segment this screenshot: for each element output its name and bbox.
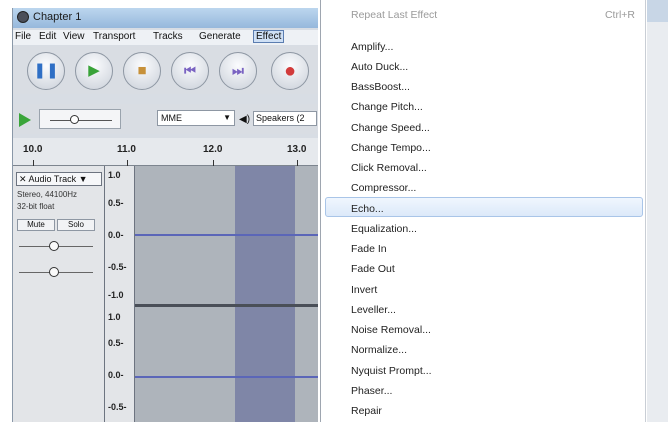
app-root: Chapter 1 File Edit View Transport Track… xyxy=(0,0,668,422)
vertical-scale: 1.0 0.5- 0.0- -0.5- -1.0 1.0 0.5- 0.0- -… xyxy=(105,166,135,422)
play-at-speed-toolbar: MME ▼ ◀) Speakers (2 xyxy=(13,104,318,134)
gain-knob[interactable] xyxy=(49,241,59,251)
audio-host-select[interactable]: MME ▼ xyxy=(157,110,235,126)
gain-slider[interactable] xyxy=(19,240,93,254)
menu-item-change-speed[interactable]: Change Speed... xyxy=(351,122,430,134)
slider-knob[interactable] xyxy=(70,115,79,124)
transport-toolbar: ❚❚ ▶ ■ ⏮ ⏭ ● xyxy=(13,46,318,94)
pan-slider[interactable] xyxy=(19,266,93,280)
stop-button[interactable]: ■ xyxy=(123,52,161,90)
scale-label: 1.0 xyxy=(108,312,121,322)
menu-item-change-pitch[interactable]: Change Pitch... xyxy=(351,101,423,113)
menu-item-change-tempo[interactable]: Change Tempo... xyxy=(351,142,431,154)
background-title-bar xyxy=(647,0,668,22)
selection-region[interactable] xyxy=(235,166,295,422)
ruler-label: 12.0 xyxy=(203,144,223,155)
menu-effect[interactable]: Effect xyxy=(253,30,285,43)
track-bit-depth: 32-bit float xyxy=(17,202,55,211)
ruler-label: 11.0 xyxy=(117,144,136,155)
menu-item-fade-in[interactable]: Fade In xyxy=(351,243,387,255)
stop-icon: ■ xyxy=(137,62,147,79)
scale-label: -0.5- xyxy=(108,262,127,272)
background-window-edge xyxy=(647,0,668,422)
close-icon[interactable]: ✕ xyxy=(19,174,29,184)
scale-label: 1.0 xyxy=(108,170,121,180)
waveform-line xyxy=(135,234,318,236)
menu-edit[interactable]: Edit xyxy=(39,31,56,42)
chevron-down-icon: ▼ xyxy=(223,113,231,122)
window-title: Chapter 1 xyxy=(33,11,82,23)
pause-icon: ❚❚ xyxy=(33,62,59,79)
menu-shortcut: Ctrl+R xyxy=(604,9,635,21)
output-device-value: Speakers (2 xyxy=(256,113,305,123)
play-at-speed-icon[interactable] xyxy=(19,113,31,127)
menu-item-invert[interactable]: Invert xyxy=(351,284,377,296)
menu-item-nyquist-prompt[interactable]: Nyquist Prompt... xyxy=(351,365,432,377)
menu-tracks[interactable]: Tracks xyxy=(153,31,183,42)
ruler-label: 10.0 xyxy=(23,144,43,155)
speaker-icon: ◀) xyxy=(239,114,251,125)
scale-label: -1.0 xyxy=(108,290,124,300)
title-bar[interactable]: Chapter 1 xyxy=(13,8,318,28)
pause-button[interactable]: ❚❚ xyxy=(27,52,65,90)
menu-item-echo[interactable]: Echo... xyxy=(351,203,384,215)
menu-item-leveller[interactable]: Leveller... xyxy=(351,304,396,316)
playback-speed-slider[interactable] xyxy=(39,109,121,129)
menu-item-bassboost[interactable]: BassBoost... xyxy=(351,81,410,93)
channel-divider xyxy=(135,304,318,307)
play-icon: ▶ xyxy=(88,62,100,79)
timeline-ruler[interactable]: 10.0 11.0 12.0 13.0 xyxy=(13,138,318,166)
track-name: Audio Track xyxy=(28,174,77,184)
skip-end-icon: ⏭ xyxy=(232,63,244,78)
menu-item-equalization[interactable]: Equalization... xyxy=(351,223,417,235)
ruler-label: 13.0 xyxy=(287,144,307,155)
skip-to-end-button[interactable]: ⏭ xyxy=(219,52,257,90)
mute-button[interactable]: Mute xyxy=(17,219,55,231)
menu-item-noise-removal[interactable]: Noise Removal... xyxy=(351,324,431,336)
app-icon xyxy=(17,11,29,23)
menu-generate[interactable]: Generate xyxy=(199,31,241,42)
menu-file[interactable]: File xyxy=(15,31,31,42)
audacity-window: Chapter 1 File Edit View Transport Track… xyxy=(12,8,318,422)
menu-bar: File Edit View Transport Tracks Generate… xyxy=(13,30,318,45)
play-button[interactable]: ▶ xyxy=(75,52,113,90)
chevron-down-icon: ▼ xyxy=(76,174,88,184)
scale-label: 0.0- xyxy=(108,370,124,380)
record-icon: ● xyxy=(283,60,297,82)
menu-item-click-removal[interactable]: Click Removal... xyxy=(351,162,427,174)
menu-item-repair[interactable]: Repair xyxy=(351,405,382,417)
menu-item-fade-out[interactable]: Fade Out xyxy=(351,263,395,275)
track-name-menu[interactable]: ✕ Audio Track ▼ xyxy=(16,172,102,186)
pan-knob[interactable] xyxy=(49,267,59,277)
slider-track xyxy=(50,120,112,121)
scale-label: 0.0- xyxy=(108,230,124,240)
scale-label: 0.5- xyxy=(108,198,124,208)
menu-view[interactable]: View xyxy=(63,31,85,42)
menu-item-amplify[interactable]: Amplify... xyxy=(351,41,393,53)
menu-item-phaser[interactable]: Phaser... xyxy=(351,385,392,397)
output-device-select[interactable]: Speakers (2 xyxy=(253,111,317,126)
waveform-area[interactable] xyxy=(135,166,318,422)
scale-label: 0.5- xyxy=(108,338,124,348)
skip-start-icon: ⏮ xyxy=(184,63,196,78)
audio-host-value: MME xyxy=(161,113,182,123)
menu-item-compressor[interactable]: Compressor... xyxy=(351,182,416,194)
effect-menu: Repeat Last Effect Ctrl+R Amplify... Aut… xyxy=(320,0,646,422)
menu-item-normalize[interactable]: Normalize... xyxy=(351,344,407,356)
track-format: Stereo, 44100Hz xyxy=(17,190,78,199)
menu-item-repeat-last-effect: Repeat Last Effect xyxy=(351,9,438,21)
menu-transport[interactable]: Transport xyxy=(93,31,135,42)
skip-to-start-button[interactable]: ⏮ xyxy=(171,52,209,90)
scale-label: -0.5- xyxy=(108,402,127,412)
record-button[interactable]: ● xyxy=(271,52,309,90)
menu-item-auto-duck[interactable]: Auto Duck... xyxy=(351,61,408,73)
solo-button[interactable]: Solo xyxy=(57,219,95,231)
track-control-panel: ✕ Audio Track ▼ Stereo, 44100Hz 32-bit f… xyxy=(13,166,105,422)
waveform-line xyxy=(135,376,318,378)
